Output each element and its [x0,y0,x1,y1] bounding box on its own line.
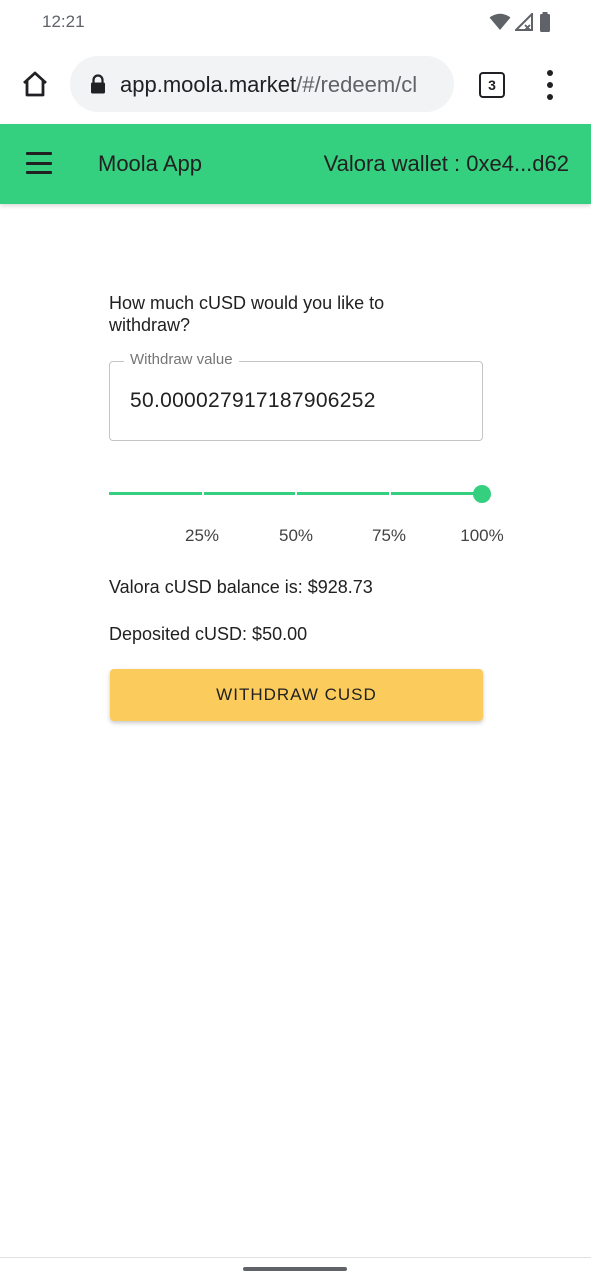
url-text: app.moola.market/#/redeem/cl [120,72,445,98]
status-bar: 12:21 [0,0,591,44]
deposited-text: Deposited cUSD: $50.00 [109,624,308,644]
valora-balance-text: Valora cUSD balance is: $928.73 [109,577,373,597]
browser-toolbar: app.moola.market/#/redeem/cl 3 [0,44,591,124]
slider-mark-100[interactable]: 100% [460,526,503,546]
url-bar[interactable]: app.moola.market/#/redeem/cl [70,56,454,112]
lock-icon [91,74,105,94]
slider-tick [295,492,297,495]
withdraw-button[interactable]: WITHDRAW CUSD [110,669,483,721]
wallet-address[interactable]: Valora wallet : 0xe4...d62 [324,151,569,177]
home-button[interactable] [18,66,52,102]
home-icon [23,71,47,97]
slider-mark-25[interactable]: 25% [185,526,219,546]
withdraw-value-field[interactable]: Withdraw value 50.000027917187906252 [109,351,483,441]
url-host: app.moola.market [120,72,297,97]
withdraw-value-label: Withdraw value [124,351,239,368]
app-header: Moola App Valora wallet : 0xe4...d62 [0,124,591,204]
status-time: 12:21 [42,12,85,31]
slider-tick [389,492,391,495]
slider-thumb[interactable] [473,485,491,503]
slider-mark-75[interactable]: 75% [372,526,406,546]
slider-mark-50[interactable]: 50% [279,526,313,546]
app-title: Moola App [98,151,202,176]
signal-icon [515,13,533,31]
wifi-icon [489,13,511,30]
withdraw-question: How much cUSD would you like to withdraw… [109,293,385,335]
more-options-icon[interactable] [540,70,560,100]
gesture-nav-handle[interactable] [243,1267,347,1271]
slider-tick [202,492,204,495]
tab-switcher-button[interactable]: 3 [479,72,505,98]
nav-divider [0,1257,591,1258]
url-path: /#/redeem/cl [296,72,418,97]
status-icons [489,12,551,32]
withdraw-value-input[interactable]: 50.000027917187906252 [130,389,376,413]
hamburger-menu-icon[interactable] [26,152,52,174]
battery-icon [540,12,550,32]
withdraw-percent-slider[interactable] [109,483,491,505]
